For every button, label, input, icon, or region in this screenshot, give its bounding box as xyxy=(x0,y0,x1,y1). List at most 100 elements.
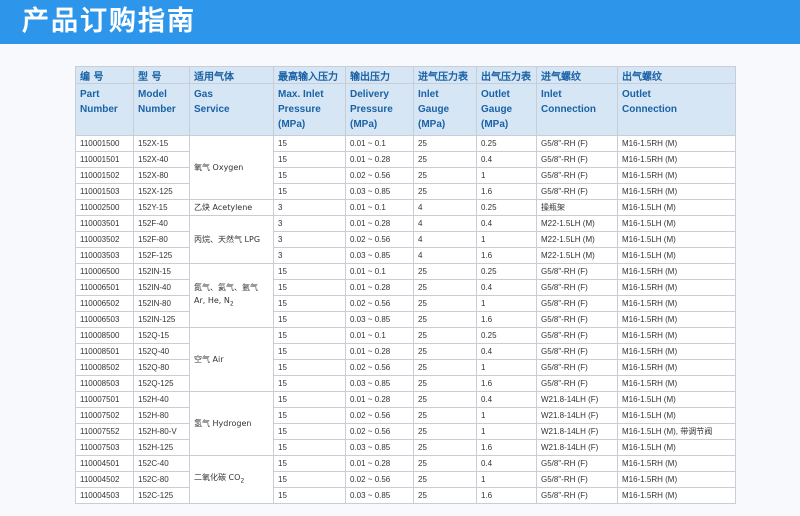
gas-service-cell: 氮气、氦气、氩气 Ar, He, N2 xyxy=(189,263,274,328)
table-row: 110003503 152F-125 3 0.03 ~ 0.85 4 1.6 M22-1.5… xyxy=(75,247,736,264)
table-row: 110002500 152Y-15 乙炔 Acetylene 3 0.01 ~ 0.1 4… xyxy=(75,199,736,216)
part-number-cell: 110003502 xyxy=(75,231,134,248)
header-en-cell: Outlet Gauge (MPa) xyxy=(476,83,537,136)
outlet-gauge-cell: 1 xyxy=(476,423,537,440)
header-row-english: Part Number Model Number Gas Service Max. Inle… xyxy=(75,83,736,136)
inlet-gauge-cell: 25 xyxy=(413,151,477,168)
inlet-connection-cell: G5/8"-RH (F) xyxy=(536,183,618,200)
outlet-gauge-cell: 1.6 xyxy=(476,247,537,264)
outlet-connection-cell: M16-1.5LH (M) xyxy=(617,215,736,232)
model-number-cell: 152H-40 xyxy=(133,391,190,408)
part-number-cell: 110001503 xyxy=(75,183,134,200)
header-en-line: Inlet xyxy=(541,89,562,100)
table-row: 110001503 152X-125 15 0.03 ~ 0.85 25 1.6 G5/8"… xyxy=(75,183,736,200)
max-inlet-pressure-cell: 15 xyxy=(273,391,346,408)
part-number-cell: 110008503 xyxy=(75,375,134,392)
header-en-line: Outlet xyxy=(481,89,510,100)
banner: 产品订购指南 xyxy=(0,0,800,44)
delivery-pressure-cell: 0.01 ~ 0.1 xyxy=(345,327,414,344)
gas-service-cell: 氧气 Oxygen xyxy=(189,135,274,200)
inlet-gauge-cell: 25 xyxy=(413,327,477,344)
table-row: 110004503 152C-125 15 0.03 ~ 0.85 25 1.6 G5/8"… xyxy=(75,487,736,504)
outlet-gauge-cell: 0.4 xyxy=(476,215,537,232)
header-en-line: (MPa) xyxy=(481,119,509,130)
table-row: 110007502 152H-80 15 0.02 ~ 0.56 25 1 W21.8-14… xyxy=(75,407,736,424)
outlet-gauge-cell: 1 xyxy=(476,231,537,248)
part-number-cell: 110006502 xyxy=(75,295,134,312)
inlet-connection-cell: W21.8-14LH (F) xyxy=(536,439,618,456)
inlet-connection-cell: W21.8-14LH (F) xyxy=(536,391,618,408)
header-en-line: Model xyxy=(138,89,167,100)
part-number-cell: 110004501 xyxy=(75,455,134,472)
max-inlet-pressure-cell: 15 xyxy=(273,359,346,376)
header-cn-cell: 输出压力 xyxy=(345,66,414,84)
header-en-cell: Model Number xyxy=(133,83,190,136)
inlet-gauge-cell: 25 xyxy=(413,183,477,200)
header-en-line: Max. Inlet xyxy=(278,89,324,100)
model-number-cell: 152Q-15 xyxy=(133,327,190,344)
delivery-pressure-cell: 0.01 ~ 0.1 xyxy=(345,199,414,216)
outlet-connection-cell: M16-1.5LH (M) xyxy=(617,439,736,456)
inlet-gauge-cell: 25 xyxy=(413,423,477,440)
inlet-connection-cell: G5/8"-RH (F) xyxy=(536,263,618,280)
part-number-cell: 110002500 xyxy=(75,199,134,216)
inlet-connection-cell: G5/8"-RH (F) xyxy=(536,487,618,504)
outlet-gauge-cell: 0.25 xyxy=(476,263,537,280)
header-cn-cell: 最高输入压力 xyxy=(273,66,346,84)
outlet-gauge-cell: 0.4 xyxy=(476,391,537,408)
outlet-gauge-cell: 1.6 xyxy=(476,439,537,456)
header-cn-cell: 型 号 xyxy=(133,66,190,84)
outlet-connection-cell: M16-1.5RH (M) xyxy=(617,311,736,328)
table-row: 110008500 152Q-15 空气 Air 15 0.01 ~ 0.1 25 0.25… xyxy=(75,327,736,392)
inlet-gauge-cell: 25 xyxy=(413,439,477,456)
outlet-connection-cell: M16-1.5RH (M) xyxy=(617,471,736,488)
header-en-line: Gauge xyxy=(481,104,513,115)
ordering-guide-table: 编 号型 号适用气体 最高输入压力 输出压力 进气压力表 出气压力表 进气螺纹 出气螺纹 P… xyxy=(75,66,736,504)
header-en-line: Inlet xyxy=(418,89,439,100)
model-number-cell: 152IN-40 xyxy=(133,279,190,296)
table-row: 110008502 152Q-80 15 0.02 ~ 0.56 25 1 G5/8"-RH… xyxy=(75,359,736,376)
max-inlet-pressure-cell: 15 xyxy=(273,407,346,424)
table-header: 编 号型 号适用气体 最高输入压力 输出压力 进气压力表 出气压力表 进气螺纹 出气螺纹 P… xyxy=(75,66,736,136)
inlet-gauge-cell: 4 xyxy=(413,199,477,216)
inlet-connection-cell: G5/8"-RH (F) xyxy=(536,343,618,360)
table-row: 110007552 152H-80-V 15 0.02 ~ 0.56 25 1 W21.8-… xyxy=(75,423,736,440)
outlet-gauge-cell: 1 xyxy=(476,407,537,424)
inlet-connection-cell: G5/8"-RH (F) xyxy=(536,151,618,168)
inlet-gauge-cell: 25 xyxy=(413,391,477,408)
delivery-pressure-cell: 0.03 ~ 0.85 xyxy=(345,439,414,456)
header-en-line: Connection xyxy=(541,104,596,115)
outlet-connection-cell: M16-1.5RH (M) xyxy=(617,167,736,184)
max-inlet-pressure-cell: 15 xyxy=(273,311,346,328)
model-number-cell: 152X-125 xyxy=(133,183,190,200)
header-en-line: (MPa) xyxy=(278,119,306,130)
part-number-cell: 110006503 xyxy=(75,311,134,328)
gas-service-cell: 空气 Air xyxy=(189,327,274,392)
max-inlet-pressure-cell: 15 xyxy=(273,167,346,184)
header-en-line: Connection xyxy=(622,104,677,115)
gas-service-label: 乙炔 Acetylene xyxy=(194,203,253,212)
outlet-connection-cell: M16-1.5LH (M), 带调节阀 xyxy=(617,423,736,440)
model-number-cell: 152H-125 xyxy=(133,439,190,456)
model-number-cell: 152F-125 xyxy=(133,247,190,264)
inlet-gauge-cell: 25 xyxy=(413,455,477,472)
inlet-connection-cell: G5/8"-RH (F) xyxy=(536,455,618,472)
table-row: 110003502 152F-80 3 0.02 ~ 0.56 4 1 M22-1.5LH … xyxy=(75,231,736,248)
header-cn-cell: 进气压力表 xyxy=(413,66,477,84)
header-cn-cell: 出气压力表 xyxy=(476,66,537,84)
delivery-pressure-cell: 0.01 ~ 0.28 xyxy=(345,151,414,168)
max-inlet-pressure-cell: 3 xyxy=(273,199,346,216)
part-number-cell: 110008500 xyxy=(75,327,134,344)
model-number-cell: 152F-40 xyxy=(133,215,190,232)
page-title: 产品订购指南 xyxy=(22,6,196,37)
delivery-pressure-cell: 0.02 ~ 0.56 xyxy=(345,471,414,488)
outlet-gauge-cell: 0.4 xyxy=(476,343,537,360)
header-en-line: Outlet xyxy=(622,89,651,100)
header-en-line: Delivery xyxy=(350,89,389,100)
outlet-gauge-cell: 1.6 xyxy=(476,183,537,200)
header-en-cell: Delivery Pressure (MPa) xyxy=(345,83,414,136)
inlet-gauge-cell: 25 xyxy=(413,295,477,312)
model-number-cell: 152IN-80 xyxy=(133,295,190,312)
outlet-gauge-cell: 1 xyxy=(476,167,537,184)
max-inlet-pressure-cell: 3 xyxy=(273,215,346,232)
